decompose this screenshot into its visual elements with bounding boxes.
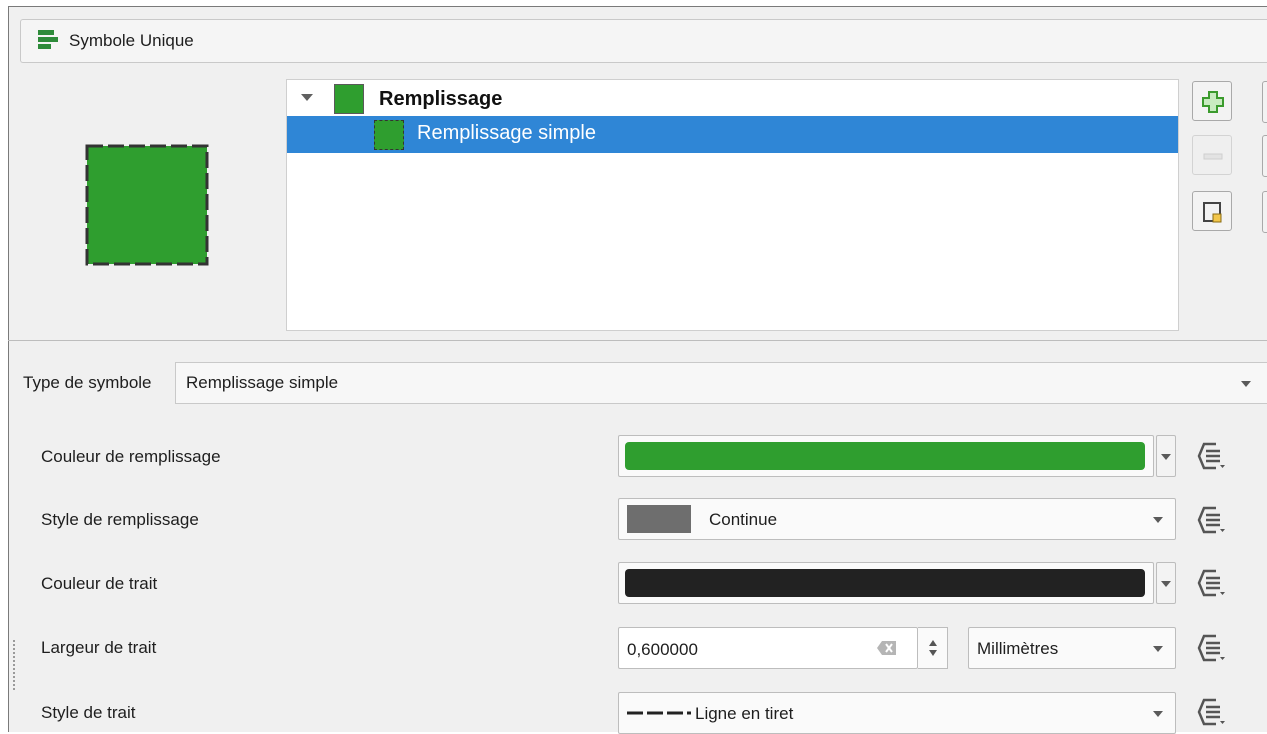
tree-item-label: Remplissage simple [417, 122, 596, 144]
stroke-width-spinner[interactable] [918, 627, 948, 669]
dash-line-icon [627, 711, 691, 715]
renderer-label: Symbole Unique [69, 31, 194, 50]
stroke-width-input[interactable]: 0,600000 [618, 627, 918, 669]
stroke-color-dropdown[interactable] [1156, 562, 1176, 604]
chevron-down-icon [1241, 381, 1251, 387]
fill-color-label: Couleur de remplissage [41, 447, 221, 466]
add-layer-button[interactable] [1192, 81, 1232, 121]
renderer-selector[interactable]: Symbole Unique [20, 19, 1267, 63]
chevron-down-icon [1153, 646, 1163, 652]
simple-fill-swatch-icon [374, 120, 404, 150]
fill-color-button[interactable] [618, 435, 1154, 477]
symbol-layer-tree[interactable]: Remplissage Remplissage simple [286, 79, 1179, 331]
fill-style-select[interactable]: Continue [618, 498, 1176, 540]
minus-icon [1203, 153, 1223, 160]
chevron-down-icon [1161, 581, 1171, 587]
spin-arrows-icon [929, 640, 937, 656]
fill-style-value: Continue [709, 510, 778, 529]
stroke-width-value: 0,600000 [627, 640, 698, 659]
stroke-style-select[interactable]: Ligne en tiret [618, 692, 1176, 734]
stroke-style-value: Ligne en tiret [695, 704, 794, 723]
stroke-width-unit-select[interactable]: Millimètres [968, 627, 1176, 669]
expand-arrow-icon[interactable] [301, 94, 313, 101]
data-defined-override-icon[interactable] [1196, 633, 1230, 663]
chevron-down-icon [1161, 454, 1171, 460]
clear-icon[interactable] [877, 640, 897, 656]
splitter-handle[interactable] [13, 640, 17, 690]
data-defined-override-icon[interactable] [1196, 505, 1230, 535]
duplicate-layer-button[interactable] [1192, 191, 1232, 231]
side-button-partial[interactable] [1262, 81, 1267, 123]
chevron-down-icon [1153, 517, 1163, 523]
stroke-style-label: Style de trait [41, 703, 136, 722]
divider [8, 340, 1267, 341]
fill-swatch-icon [334, 84, 364, 114]
data-defined-override-icon[interactable] [1196, 441, 1230, 471]
data-defined-override-icon[interactable] [1196, 568, 1230, 598]
symbol-type-value: Remplissage simple [186, 373, 339, 392]
stroke-color-swatch [625, 569, 1145, 597]
stroke-color-label: Couleur de trait [41, 574, 158, 593]
fill-style-label: Style de remplissage [41, 510, 199, 529]
chevron-down-icon [1153, 711, 1163, 717]
side-button-partial[interactable] [1262, 135, 1267, 177]
fill-style-swatch [627, 505, 691, 533]
stroke-color-button[interactable] [618, 562, 1154, 604]
side-button-partial[interactable] [1262, 191, 1267, 233]
duplicate-icon [1203, 202, 1222, 223]
symbol-preview [85, 144, 209, 266]
stroke-width-unit-value: Millimètres [977, 639, 1059, 658]
tree-item-simple-fill[interactable]: Remplissage simple [287, 116, 1178, 153]
renderer-icon [38, 30, 58, 49]
remove-layer-button[interactable] [1192, 135, 1232, 175]
fill-color-swatch [625, 442, 1145, 470]
tree-item-label: Remplissage [379, 88, 503, 110]
data-defined-override-icon[interactable] [1196, 697, 1230, 727]
stroke-width-label: Largeur de trait [41, 638, 157, 657]
symbol-type-select[interactable]: Remplissage simple [175, 362, 1267, 404]
plus-icon [1202, 91, 1224, 113]
fill-color-dropdown[interactable] [1156, 435, 1176, 477]
symbol-type-label: Type de symbole [23, 373, 152, 392]
tree-item-fill[interactable]: Remplissage [287, 82, 1178, 118]
